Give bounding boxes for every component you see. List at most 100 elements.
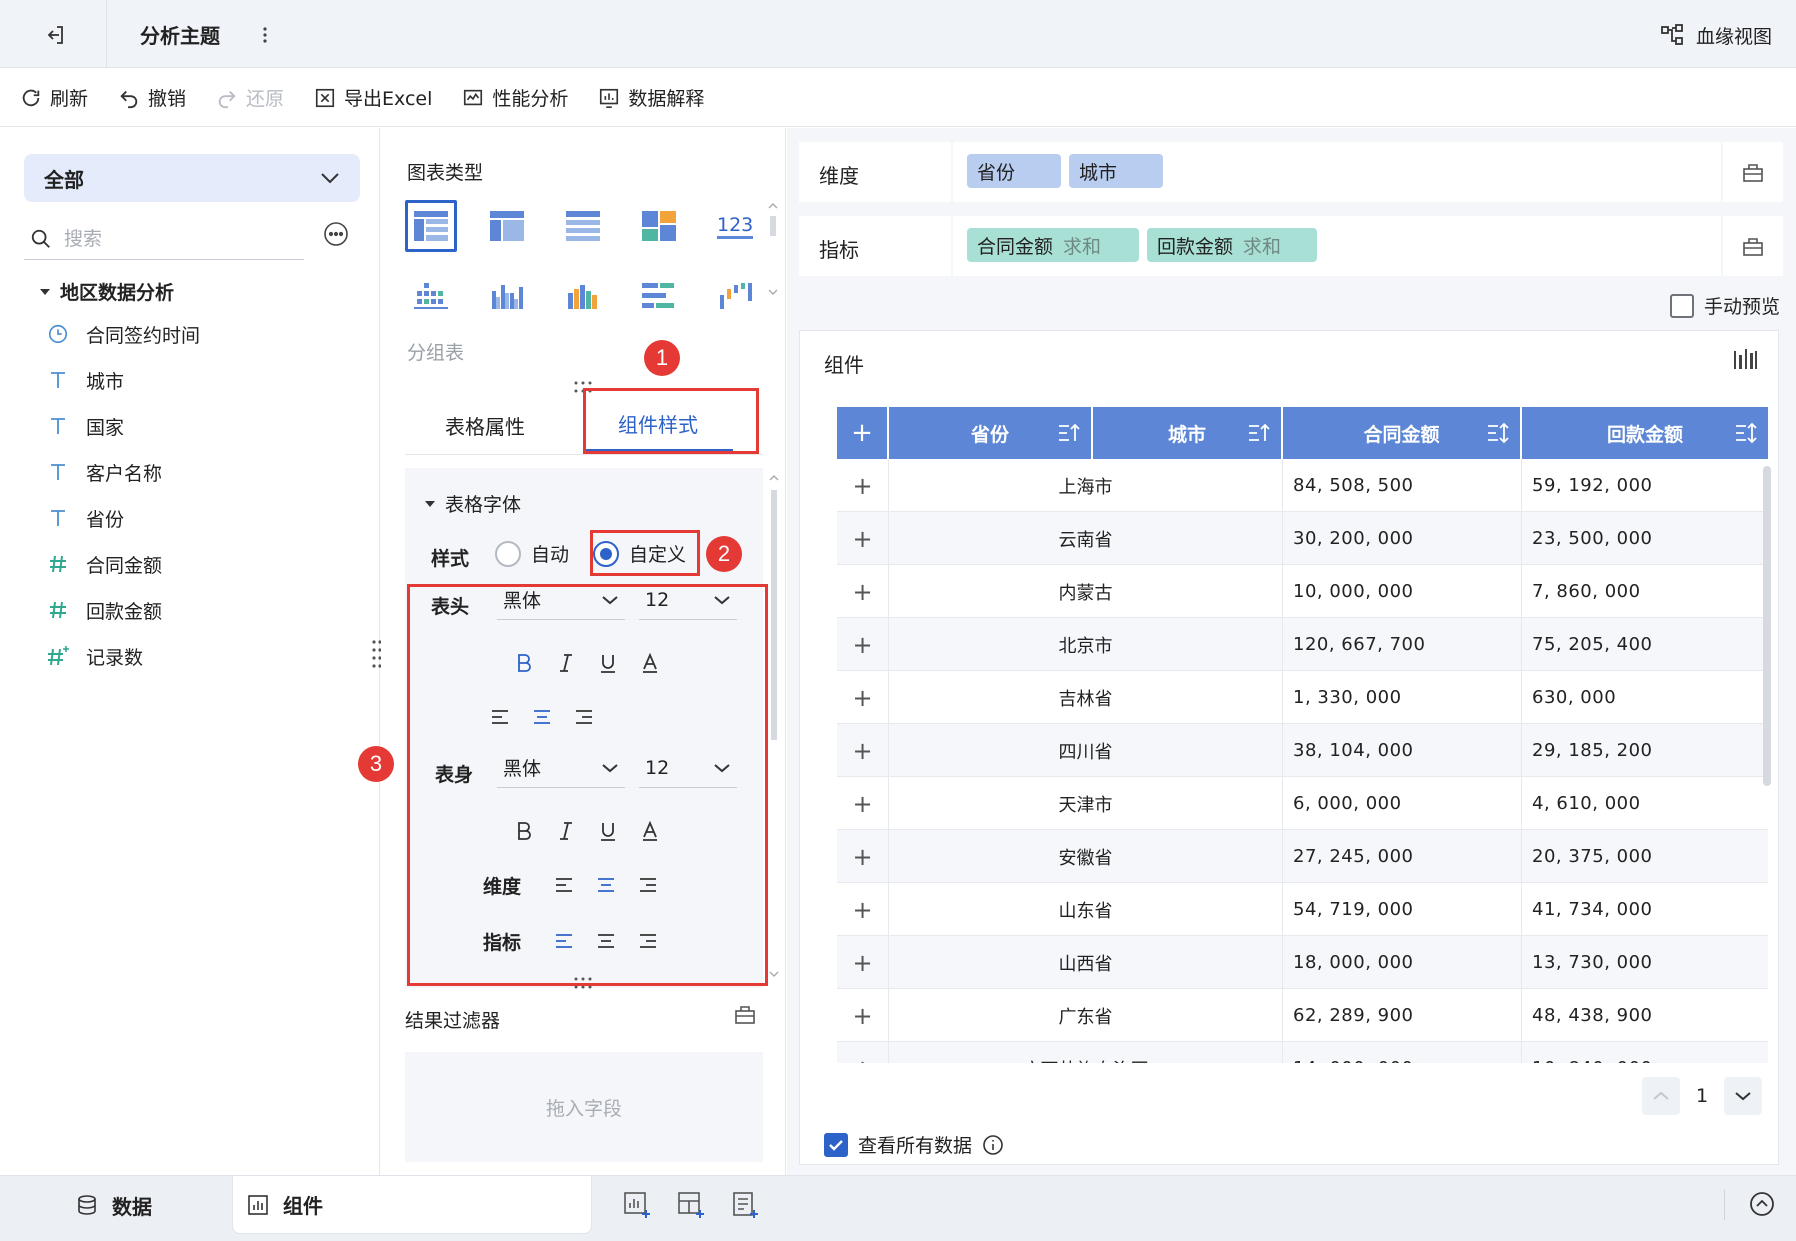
dimension-align-center-button[interactable]	[591, 870, 621, 900]
tab-component-style[interactable]: 组件样式	[583, 398, 733, 452]
page-next-button[interactable]	[1724, 1077, 1762, 1115]
body-font-color-button[interactable]	[635, 816, 665, 846]
field-item-contract-amount[interactable]: 合同金额	[46, 548, 162, 580]
tab-table-properties[interactable]: 表格属性	[405, 398, 565, 452]
sort-icon[interactable]	[1734, 421, 1758, 445]
info-icon[interactable]	[982, 1134, 1004, 1156]
header-align-right-button[interactable]	[569, 702, 599, 732]
chart-type-grouped-column[interactable]	[481, 270, 533, 322]
row-expand-button[interactable]: +	[837, 830, 889, 883]
header-align-center-button[interactable]	[527, 702, 557, 732]
field-item-customer[interactable]: 客户名称	[46, 456, 162, 488]
row-expand-button[interactable]: +	[837, 936, 889, 989]
lineage-view-button[interactable]: 血缘视图	[1660, 18, 1772, 52]
dimension-pill-city[interactable]: 城市	[1069, 154, 1163, 188]
manual-preview-checkbox[interactable]: 手动预览	[1669, 292, 1780, 319]
column-header-payment-amount[interactable]: 回款金额	[1522, 407, 1768, 459]
result-filter-dropzone[interactable]: 拖入字段	[405, 1052, 763, 1162]
header-bold-button[interactable]	[509, 648, 539, 678]
style-scrollbar[interactable]	[768, 472, 780, 982]
field-item-payment-amount[interactable]: 回款金额	[46, 594, 162, 626]
row-expand-button[interactable]: +	[837, 512, 889, 565]
chart-type-waterfall[interactable]	[709, 270, 761, 322]
header-font-family-select[interactable]: 黑体	[497, 580, 625, 620]
chart-type-group-table[interactable]	[405, 200, 457, 252]
measure-pill-payment-amount[interactable]: 回款金额 求和	[1147, 228, 1317, 262]
table-scrollbar[interactable]	[1763, 466, 1771, 786]
row-expand-button[interactable]: +	[837, 724, 889, 777]
expand-all-header[interactable]: +	[837, 407, 889, 459]
chart-type-cross-table[interactable]	[481, 200, 533, 252]
measure-align-left-button[interactable]	[549, 926, 579, 956]
dimension-align-left-button[interactable]	[549, 870, 579, 900]
measure-align-center-button[interactable]	[591, 926, 621, 956]
bottom-tab-component[interactable]: 组件	[232, 1176, 592, 1234]
row-expand-button[interactable]: +	[837, 618, 889, 671]
sort-icon[interactable]	[1247, 421, 1271, 445]
title-more-button[interactable]	[256, 18, 274, 52]
undo-button[interactable]: 撤销	[118, 84, 186, 111]
body-bold-button[interactable]	[509, 816, 539, 846]
result-filter-settings-button[interactable]	[733, 1002, 761, 1030]
row-expand-button[interactable]: +	[837, 565, 889, 618]
add-chart-button[interactable]	[622, 1190, 654, 1222]
row-expand-button[interactable]: +	[837, 883, 889, 936]
row-expand-button[interactable]: +	[837, 1042, 889, 1063]
export-excel-button[interactable]: 导出Excel	[314, 84, 432, 111]
bottom-tab-data[interactable]: 数据	[76, 1176, 152, 1234]
body-underline-button[interactable]	[593, 816, 623, 846]
page-prev-button[interactable]	[1642, 1077, 1680, 1115]
header-font-size-select[interactable]: 12	[639, 580, 737, 620]
sort-icon[interactable]	[1486, 421, 1510, 445]
search-input[interactable]	[64, 227, 284, 250]
field-item-record-count[interactable]: 记录数	[46, 640, 143, 672]
section-resize-handle[interactable]	[573, 380, 593, 394]
chart-type-detail-table[interactable]	[557, 200, 609, 252]
measure-shelf-settings-button[interactable]	[1723, 216, 1783, 276]
data-explain-button[interactable]: 数据解释	[598, 84, 704, 111]
header-align-left-button[interactable]	[485, 702, 515, 732]
body-font-family-select[interactable]: 黑体	[497, 748, 625, 788]
field-item-country[interactable]: 国家	[46, 410, 124, 442]
chart-type-scrollbar[interactable]	[767, 200, 779, 300]
field-item-city[interactable]: 城市	[46, 364, 124, 396]
header-font-color-button[interactable]	[635, 648, 665, 678]
row-expand-button[interactable]: +	[837, 777, 889, 830]
column-header-province[interactable]: 省份	[889, 407, 1093, 459]
section-resize-handle[interactable]	[573, 976, 593, 990]
exit-button[interactable]	[38, 18, 72, 52]
column-header-contract-amount[interactable]: 合同金额	[1283, 407, 1522, 459]
add-report-button[interactable]	[730, 1190, 762, 1222]
column-header-city[interactable]: 城市	[1093, 407, 1283, 459]
measure-align-right-button[interactable]	[633, 926, 663, 956]
scope-select[interactable]: 全部	[24, 154, 360, 202]
collapse-panel-button[interactable]	[1748, 1190, 1780, 1222]
chart-type-kpi[interactable]: 123	[709, 200, 761, 252]
row-expand-button[interactable]: +	[837, 671, 889, 724]
measure-pill-contract-amount[interactable]: 合同金额 求和	[967, 228, 1139, 262]
chart-type-color-block[interactable]	[633, 200, 685, 252]
field-group-toggle[interactable]: 地区数据分析	[40, 278, 174, 305]
add-dashboard-button[interactable]	[676, 1190, 708, 1222]
row-expand-button[interactable]: +	[837, 989, 889, 1042]
row-expand-button[interactable]: +	[837, 459, 889, 512]
style-auto-radio[interactable]: 自动	[495, 540, 569, 567]
redo-button[interactable]: 还原	[216, 84, 284, 111]
style-custom-radio[interactable]: 自定义	[593, 540, 686, 567]
dimension-shelf-settings-button[interactable]	[1723, 142, 1783, 202]
sort-icon[interactable]	[1057, 421, 1081, 445]
dimension-pill-province[interactable]: 省份	[967, 154, 1061, 188]
chart-type-column[interactable]	[557, 270, 609, 322]
body-italic-button[interactable]	[551, 816, 581, 846]
widget-chart-settings-button[interactable]	[1732, 347, 1762, 377]
header-underline-button[interactable]	[593, 648, 623, 678]
chart-type-bar[interactable]	[633, 270, 685, 322]
field-item-contract-date[interactable]: 合同签约时间	[46, 318, 200, 350]
chart-type-scatter-matrix[interactable]	[405, 270, 457, 322]
header-italic-button[interactable]	[551, 648, 581, 678]
field-item-province[interactable]: 省份	[46, 502, 124, 534]
more-options-button[interactable]	[322, 220, 350, 248]
dimension-align-right-button[interactable]	[633, 870, 663, 900]
body-font-size-select[interactable]: 12	[639, 748, 737, 788]
view-all-data-checkbox[interactable]: 查看所有数据	[824, 1131, 1004, 1158]
